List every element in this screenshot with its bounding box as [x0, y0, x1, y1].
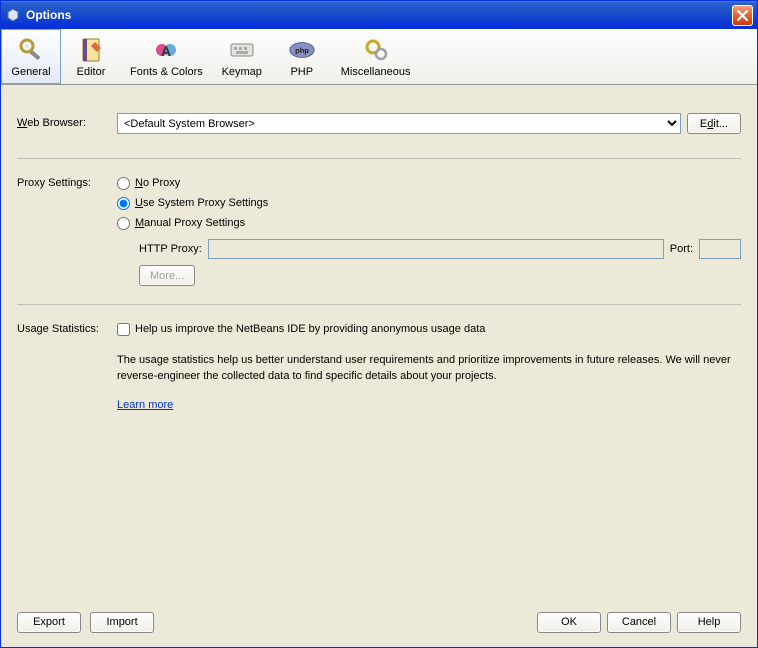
app-icon [5, 7, 21, 23]
no-proxy-radio[interactable] [117, 177, 130, 190]
edit-browser-button[interactable]: Edit... [687, 113, 741, 134]
ok-button[interactable]: OK [537, 612, 601, 633]
usage-checkbox-label[interactable]: Help us improve the NetBeans IDE by prov… [135, 323, 485, 335]
tab-fonts-colors[interactable]: A Fonts & Colors [121, 29, 212, 84]
tab-php[interactable]: php PHP [272, 29, 332, 84]
svg-text:php: php [295, 45, 309, 54]
proxy-section: Proxy Settings: No Proxy Use System Prox… [17, 173, 741, 286]
keyboard-icon [228, 36, 256, 64]
tab-keymap[interactable]: Keymap [212, 29, 272, 84]
close-button[interactable] [732, 5, 753, 26]
manual-proxy-radio[interactable] [117, 217, 130, 230]
notebook-icon [77, 36, 105, 64]
usage-section: Usage Statistics: Help us improve the Ne… [17, 319, 741, 411]
titlebar: Options [1, 1, 757, 29]
http-proxy-input[interactable] [208, 239, 664, 259]
usage-checkbox[interactable] [117, 323, 130, 336]
learn-more-link[interactable]: Learn more [117, 399, 173, 411]
export-button[interactable]: Export [17, 612, 81, 633]
http-proxy-label: HTTP Proxy: [139, 243, 202, 255]
tab-label: General [11, 66, 50, 78]
web-browser-section: Web Browser: <Default System Browser> Ed… [17, 113, 741, 140]
web-browser-select[interactable]: <Default System Browser> [117, 113, 681, 134]
manual-proxy-label[interactable]: Manual Proxy Settings [135, 217, 245, 229]
import-button[interactable]: Import [90, 612, 154, 633]
usage-description: The usage statistics help us better unde… [117, 353, 741, 385]
more-proxy-button[interactable]: More... [139, 265, 195, 286]
tab-label: Miscellaneous [341, 66, 411, 78]
content-panel: Web Browser: <Default System Browser> Ed… [1, 85, 757, 607]
php-icon: php [288, 36, 316, 64]
tab-label: Editor [77, 66, 106, 78]
help-button[interactable]: Help [677, 612, 741, 633]
tab-miscellaneous[interactable]: Miscellaneous [332, 29, 420, 84]
port-label: Port: [670, 243, 693, 255]
gears-icon [362, 36, 390, 64]
system-proxy-radio[interactable] [117, 197, 130, 210]
separator [17, 304, 741, 305]
usage-statistics-label: Usage Statistics: [17, 319, 117, 335]
svg-text:A: A [161, 43, 171, 59]
tab-label: PHP [290, 66, 313, 78]
fonts-colors-icon: A [152, 36, 180, 64]
tab-general[interactable]: General [1, 29, 61, 84]
gear-wrench-icon [17, 36, 45, 64]
tab-label: Keymap [222, 66, 262, 78]
cancel-button[interactable]: Cancel [607, 612, 671, 633]
system-proxy-label[interactable]: Use System Proxy Settings [135, 197, 268, 209]
no-proxy-label[interactable]: No Proxy [135, 177, 180, 189]
tab-editor[interactable]: Editor [61, 29, 121, 84]
tab-label: Fonts & Colors [130, 66, 203, 78]
options-window: Options General [0, 0, 758, 648]
category-toolbar: General Editor A Fonts & Colors [1, 29, 757, 85]
port-input[interactable] [699, 239, 741, 259]
separator [17, 158, 741, 159]
web-browser-label: Web Browser: [17, 113, 117, 129]
window-title: Options [26, 8, 732, 22]
proxy-settings-label: Proxy Settings: [17, 173, 117, 189]
dialog-footer: Export Import OK Cancel Help [1, 607, 757, 647]
